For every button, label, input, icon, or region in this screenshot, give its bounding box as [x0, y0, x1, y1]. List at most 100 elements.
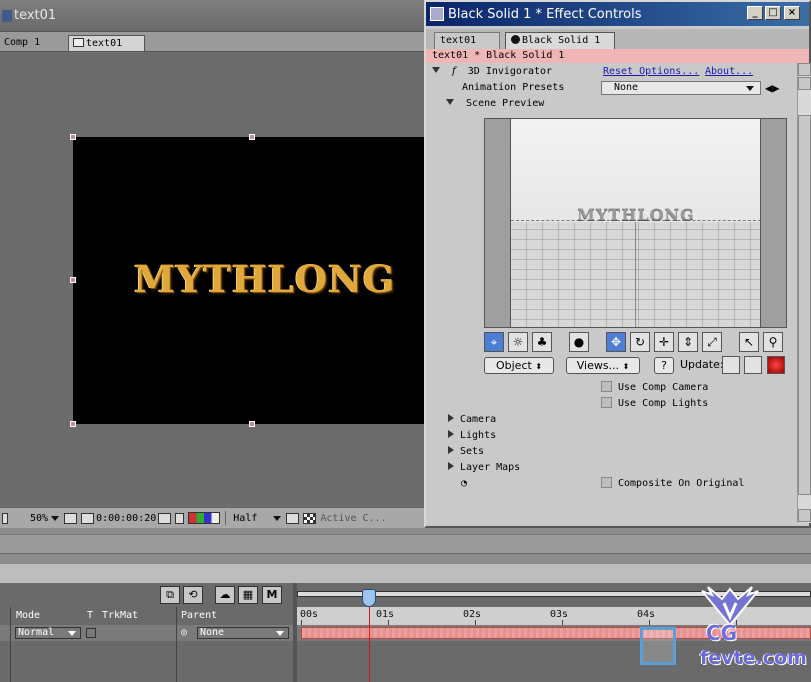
scene-preview-panel[interactable]: MYTHLONG	[484, 118, 787, 328]
animation-presets-select[interactable]: None	[601, 81, 761, 95]
rotate-tool-icon[interactable]: ↻	[630, 332, 650, 352]
camera-tool-icon[interactable]: ⌖	[484, 332, 504, 352]
timecode[interactable]: 0:00:00:20	[96, 513, 156, 524]
disclosure-open-icon[interactable]	[446, 99, 454, 105]
frame-blending-icon[interactable]: ▦	[238, 586, 258, 604]
comp-viewport[interactable]: MYTHLONG	[0, 53, 428, 505]
mode-select[interactable]: Normal	[15, 627, 81, 639]
mask-icon[interactable]	[81, 512, 95, 524]
scroll-thumb[interactable]	[798, 115, 811, 495]
composite-on-original-row[interactable]: Composite On Original	[601, 477, 744, 491]
tab-comp-1[interactable]: Comp 1	[0, 35, 44, 51]
channels-icon[interactable]	[188, 512, 221, 524]
active-camera-value[interactable]: Active C...	[320, 513, 386, 524]
scene-preview-text: MYTHLONG	[577, 205, 695, 224]
zoom-value[interactable]: 50%	[30, 513, 48, 524]
use-comp-lights-row[interactable]: Use Comp Lights	[601, 397, 708, 411]
disclosure-closed-icon[interactable]	[448, 446, 454, 454]
snapshot-icon[interactable]	[158, 512, 172, 524]
disclosure-closed-icon[interactable]	[448, 414, 454, 422]
layer-handle[interactable]	[249, 134, 255, 140]
layer-handle[interactable]	[70, 421, 76, 427]
light-tool-icon[interactable]: ☼	[508, 332, 528, 352]
layer-handle[interactable]	[70, 277, 76, 283]
scene-preview-row[interactable]: Scene Preview	[446, 97, 544, 111]
layer-handle[interactable]	[249, 421, 255, 427]
current-time-indicator[interactable]	[362, 589, 376, 607]
draft-3d-icon[interactable]: ☁	[215, 586, 235, 604]
tab-text01[interactable]: text01	[68, 35, 145, 51]
preset-prev-next-icon[interactable]: ◀▶	[765, 81, 779, 95]
resolution-value[interactable]: Half	[233, 513, 257, 524]
show-snapshot-icon[interactable]	[175, 512, 185, 524]
scroll-menu-icon[interactable]	[798, 77, 811, 90]
magnify-icon[interactable]	[2, 512, 8, 524]
tab-black-solid-1[interactable]: Black Solid 1	[505, 32, 615, 49]
use-comp-camera-checkbox[interactable]	[601, 381, 612, 392]
scene-center-line	[635, 222, 636, 327]
comp-titlebar[interactable]: text01	[0, 0, 428, 32]
composite-on-original-checkbox[interactable]	[601, 477, 612, 488]
region-of-interest-icon[interactable]	[286, 512, 300, 524]
ec-titlebar[interactable]: Black Solid 1 * Effect Controls _ □ ×	[426, 2, 809, 26]
minimize-icon[interactable]: _	[747, 6, 763, 20]
scroll-down-icon[interactable]	[798, 509, 811, 522]
layer-handle[interactable]	[70, 134, 76, 140]
reset-options-link[interactable]: Reset Options...	[603, 65, 699, 79]
about-link[interactable]: About...	[705, 65, 753, 79]
comp-footer: 50% 0:00:00:20 Half Active C...	[0, 507, 428, 528]
fx-toggle-icon[interactable]: f	[452, 66, 456, 77]
chevron-down-icon	[746, 86, 754, 91]
update-mode-icon[interactable]	[722, 356, 740, 374]
material-sphere-icon[interactable]: ●	[569, 332, 589, 352]
help-button[interactable]: ?	[654, 357, 674, 374]
tab-text01[interactable]: text01	[434, 32, 500, 49]
sets-group[interactable]: Sets	[448, 445, 484, 459]
safe-zones-icon[interactable]	[64, 512, 78, 524]
live-update-icon[interactable]: ⟲	[183, 586, 203, 604]
layer-maps-group[interactable]: Layer Maps	[448, 461, 520, 475]
scene-floor-grid	[511, 222, 761, 327]
preserve-transparency-checkbox[interactable]	[86, 628, 96, 638]
select-arrow-icon[interactable]: ↖	[739, 332, 759, 352]
pickwhip-icon[interactable]: ◎	[181, 625, 187, 641]
zoom-tool-icon[interactable]: ⚲	[763, 332, 783, 352]
stopwatch-icon[interactable]: ◔	[461, 477, 467, 491]
pane-divider[interactable]	[293, 583, 297, 682]
views-button[interactable]: Views... ⬍	[566, 357, 640, 374]
mode-header[interactable]: Mode	[16, 607, 40, 625]
object-button[interactable]: Object ⬍	[484, 357, 554, 374]
chevron-down-icon[interactable]	[273, 515, 282, 521]
parent-header[interactable]: Parent	[181, 607, 217, 625]
use-comp-camera-row[interactable]: Use Comp Camera	[601, 381, 708, 395]
scroll-up-icon[interactable]	[798, 63, 811, 76]
motion-blur-button[interactable]: M	[262, 586, 282, 604]
update-label: Update:	[680, 358, 724, 371]
object-tool-icon[interactable]: ♣	[532, 332, 552, 352]
lights-group[interactable]: Lights	[448, 429, 496, 443]
update-settings-icon[interactable]	[744, 356, 762, 374]
use-comp-lights-checkbox[interactable]	[601, 397, 612, 408]
disclosure-open-icon[interactable]	[432, 67, 440, 73]
parent-select[interactable]: None	[197, 627, 289, 639]
close-icon[interactable]: ×	[784, 6, 800, 20]
maximize-icon[interactable]: □	[765, 6, 781, 20]
scale-tool-icon[interactable]: ⤢	[702, 332, 722, 352]
comp-frame[interactable]: MYTHLONG	[73, 137, 428, 424]
render-icon[interactable]	[767, 356, 785, 374]
comp-tab-bar: Comp 1 text01	[0, 32, 428, 52]
ec-scrollbar[interactable]	[797, 63, 811, 523]
comp-flowchart-icon[interactable]: ⧉	[160, 586, 180, 604]
disclosure-closed-icon[interactable]	[448, 462, 454, 470]
disclosure-closed-icon[interactable]	[448, 430, 454, 438]
dolly-tool-icon[interactable]: ⇕	[678, 332, 698, 352]
trkmat-header[interactable]: TrkMat	[102, 607, 138, 625]
camera-group[interactable]: Camera	[448, 413, 496, 427]
scene-stage[interactable]: MYTHLONG	[511, 119, 761, 327]
pan-tool-icon[interactable]: ✛	[654, 332, 674, 352]
t-header[interactable]: T	[87, 607, 93, 625]
move-tool-icon[interactable]: ✥	[606, 332, 626, 352]
timeline-titlebar[interactable]	[0, 534, 811, 554]
transparency-grid-icon[interactable]	[303, 512, 317, 524]
chevron-down-icon[interactable]	[51, 515, 60, 521]
